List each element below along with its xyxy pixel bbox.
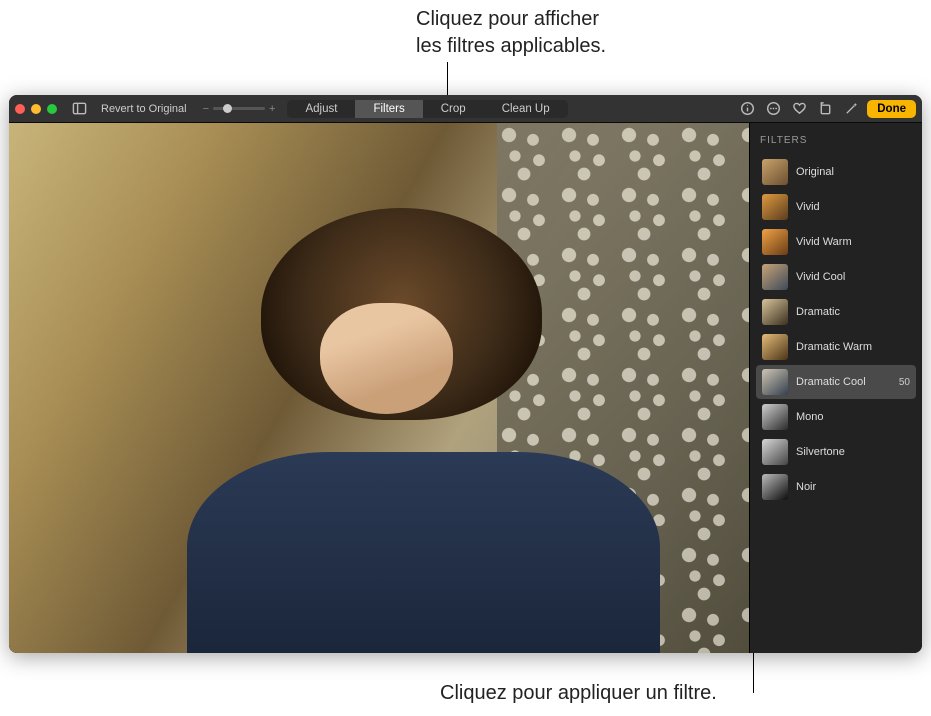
filter-row-dramatic-cool[interactable]: Dramatic Cool 50 xyxy=(756,365,916,399)
filter-label: Dramatic Cool xyxy=(796,376,891,388)
filter-row-noir[interactable]: Noir xyxy=(756,470,916,504)
filter-label: Dramatic xyxy=(796,306,910,318)
filter-thumb xyxy=(762,404,788,430)
tab-filters[interactable]: Filters xyxy=(355,100,422,118)
filter-thumb xyxy=(762,369,788,395)
filter-row-mono[interactable]: Mono xyxy=(756,400,916,434)
tab-adjust[interactable]: Adjust xyxy=(287,100,355,118)
tab-crop[interactable]: Crop xyxy=(423,100,484,118)
photos-edit-window: Revert to Original − + Adjust Filters Cr… xyxy=(9,95,922,653)
info-button[interactable] xyxy=(737,99,757,119)
minimize-window-button[interactable] xyxy=(31,104,41,114)
photo-subject-face xyxy=(320,303,453,414)
filter-thumb xyxy=(762,229,788,255)
sidebar-toggle-button[interactable] xyxy=(69,99,89,119)
maximize-window-button[interactable] xyxy=(47,104,57,114)
filter-row-vivid-cool[interactable]: Vivid Cool xyxy=(756,260,916,294)
rotate-button[interactable] xyxy=(815,99,835,119)
filter-row-vivid[interactable]: Vivid xyxy=(756,190,916,224)
filter-thumb xyxy=(762,299,788,325)
more-button[interactable] xyxy=(763,99,783,119)
filter-label: Vivid xyxy=(796,201,910,213)
filters-sidebar-title: FILTERS xyxy=(754,131,918,154)
favorite-button[interactable] xyxy=(789,99,809,119)
filter-label: Original xyxy=(796,166,910,178)
filter-intensity-value: 50 xyxy=(899,377,910,388)
zoom-slider[interactable]: − + xyxy=(203,103,276,115)
done-button[interactable]: Done xyxy=(867,100,916,118)
filter-row-vivid-warm[interactable]: Vivid Warm xyxy=(756,225,916,259)
content-area: FILTERS Original Vivid Vivid Warm Vivid Coo… xyxy=(9,123,922,653)
filter-thumb xyxy=(762,264,788,290)
tab-cleanup[interactable]: Clean Up xyxy=(484,100,568,118)
photo-canvas[interactable] xyxy=(9,123,749,653)
toolbar: Revert to Original − + Adjust Filters Cr… xyxy=(9,95,922,123)
filter-thumb xyxy=(762,334,788,360)
filter-thumb xyxy=(762,474,788,500)
filter-label: Dramatic Warm xyxy=(796,341,910,353)
edit-mode-tabs: Adjust Filters Crop Clean Up xyxy=(287,100,567,118)
filter-row-silvertone[interactable]: Silvertone xyxy=(756,435,916,469)
filter-row-dramatic[interactable]: Dramatic xyxy=(756,295,916,329)
annotation-top: Cliquez pour afficher les filtres applic… xyxy=(416,6,606,60)
filter-thumb xyxy=(762,194,788,220)
filters-list: Original Vivid Vivid Warm Vivid Cool Dramati… xyxy=(754,155,918,504)
filter-thumb xyxy=(762,159,788,185)
annotation-bottom: Cliquez pour appliquer un filtre. xyxy=(440,680,717,707)
window-controls xyxy=(15,104,57,114)
filter-row-original[interactable]: Original xyxy=(756,155,916,189)
filter-label: Silvertone xyxy=(796,446,910,458)
auto-enhance-button[interactable] xyxy=(841,99,861,119)
photo-subject-body xyxy=(187,452,661,653)
close-window-button[interactable] xyxy=(15,104,25,114)
revert-button[interactable]: Revert to Original xyxy=(93,101,195,117)
filter-row-dramatic-warm[interactable]: Dramatic Warm xyxy=(756,330,916,364)
filter-thumb xyxy=(762,439,788,465)
filter-label: Mono xyxy=(796,411,910,423)
filter-label: Vivid Warm xyxy=(796,236,910,248)
filter-label: Noir xyxy=(796,481,910,493)
filters-sidebar: FILTERS Original Vivid Vivid Warm Vivid Coo… xyxy=(749,123,922,653)
filter-label: Vivid Cool xyxy=(796,271,910,283)
